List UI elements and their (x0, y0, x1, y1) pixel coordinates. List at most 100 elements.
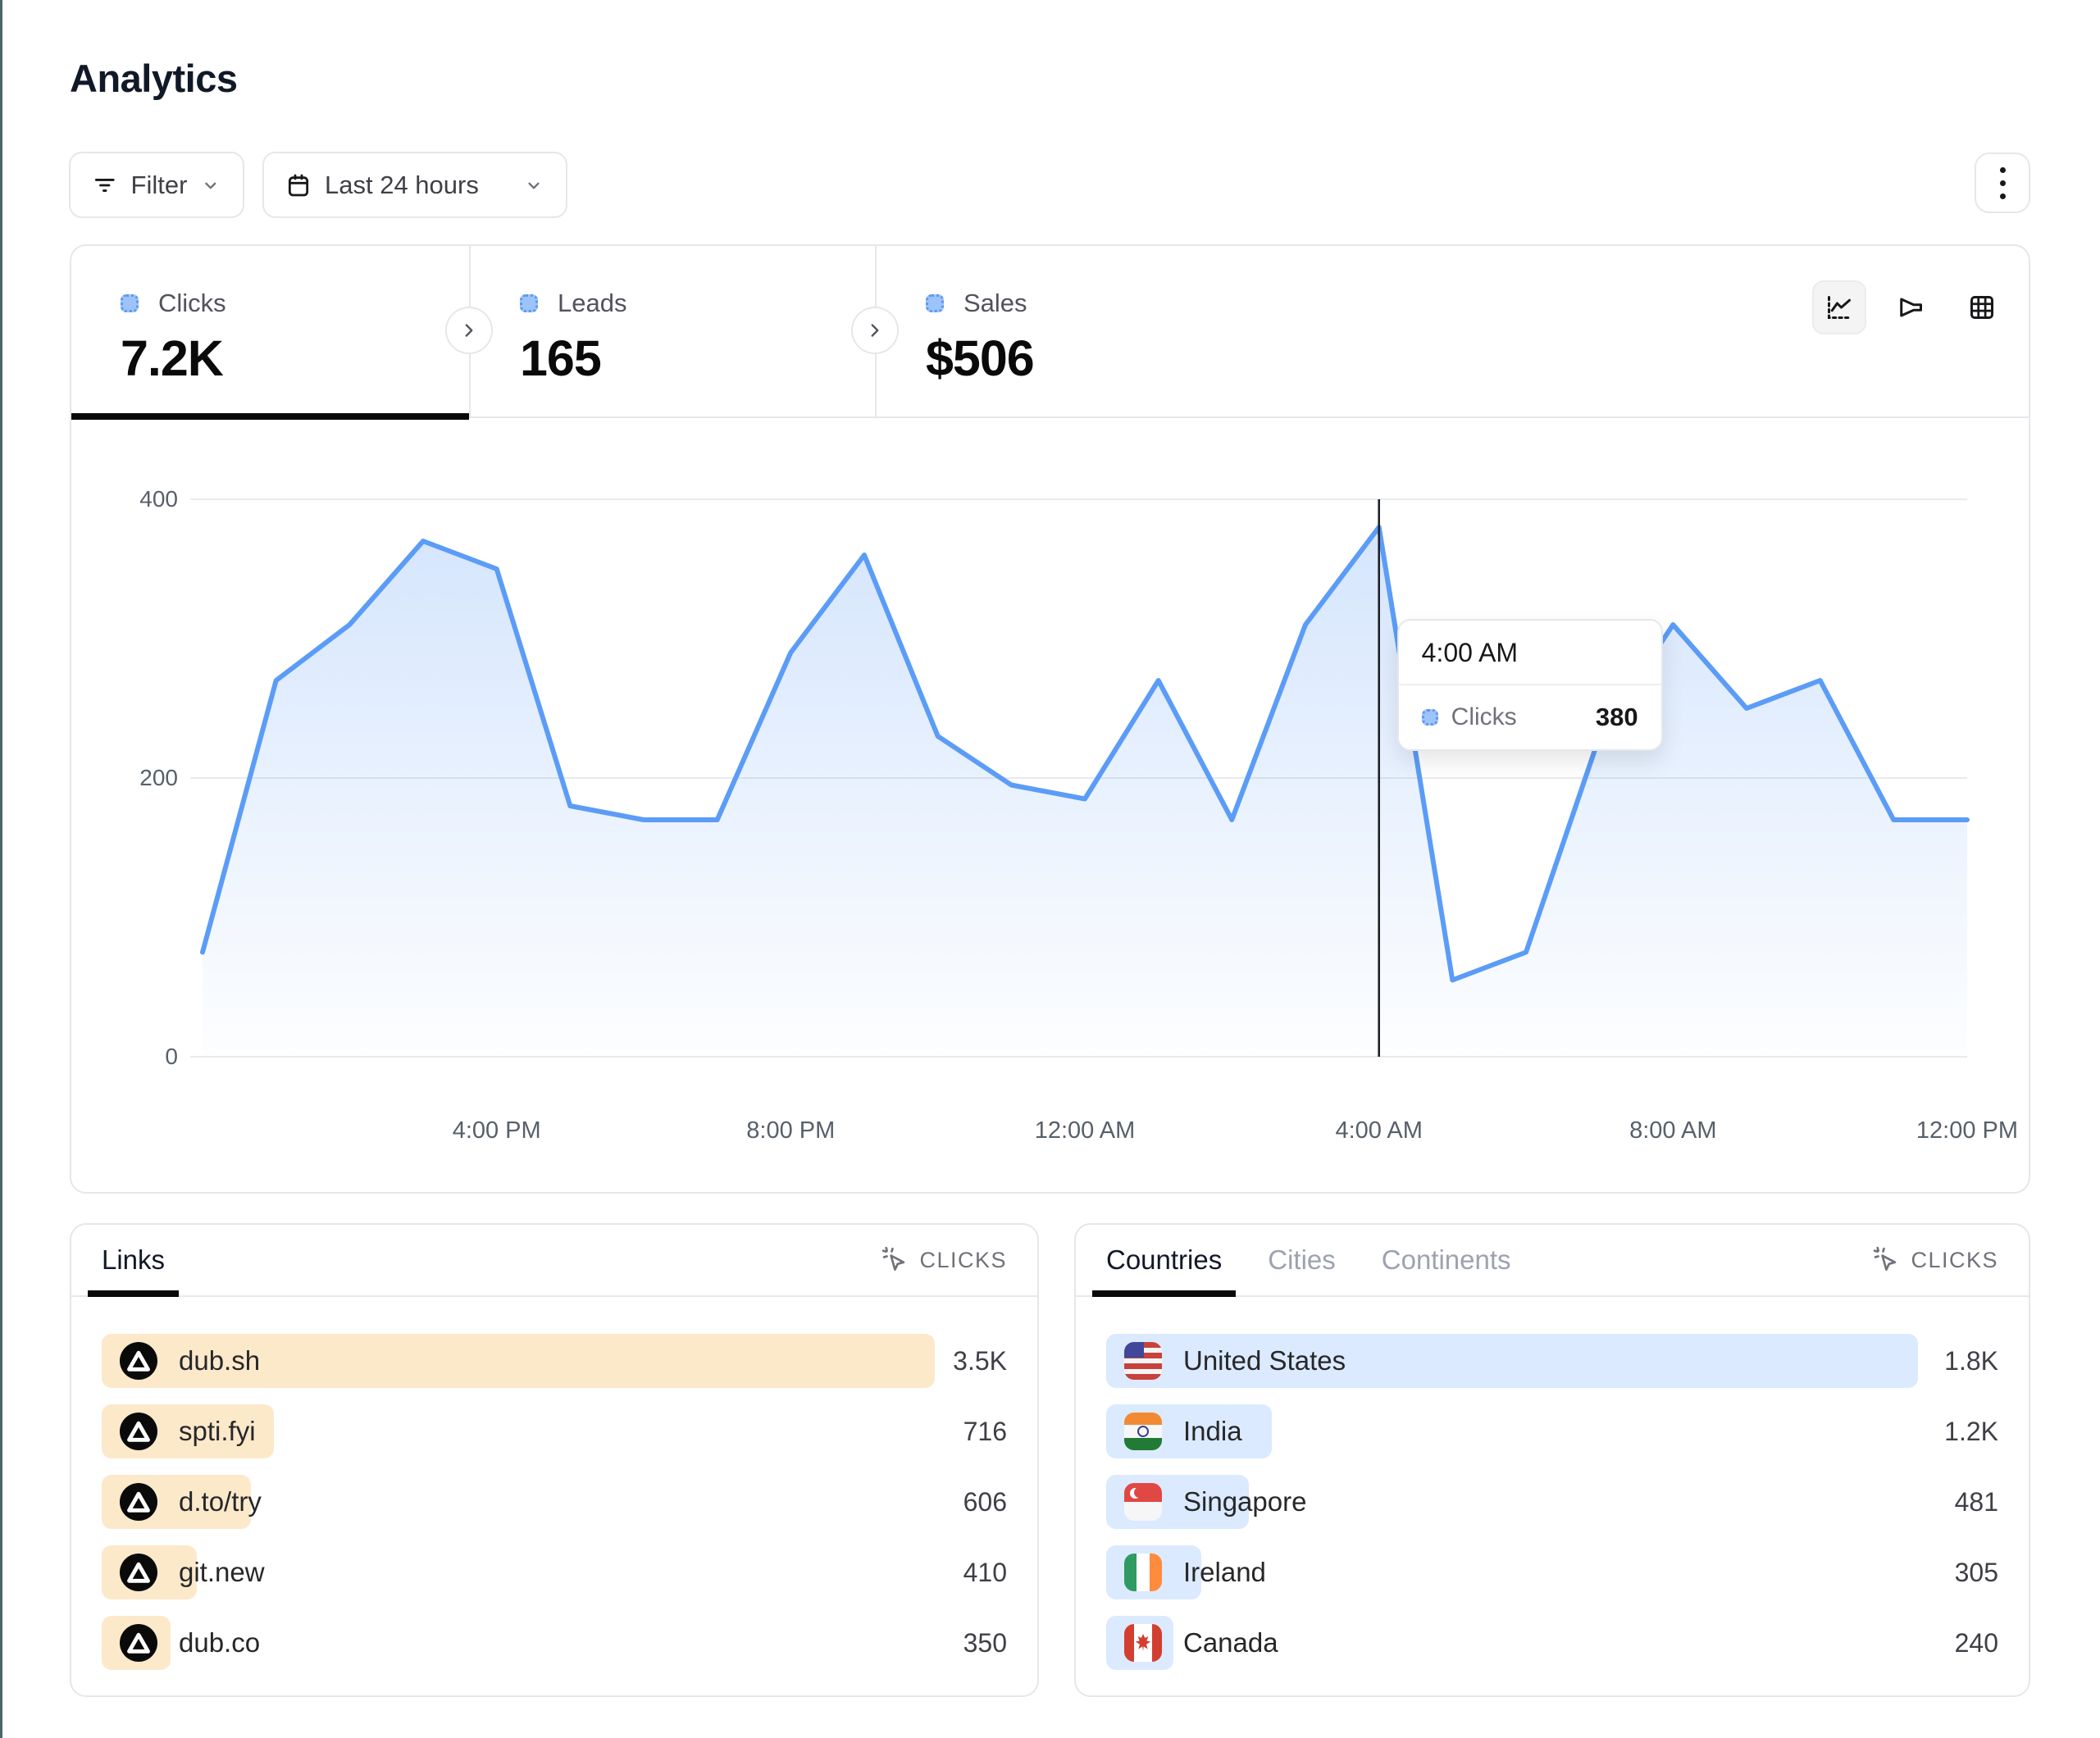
metric-label: CLICKS (919, 1248, 1007, 1273)
sg-flag-icon (1124, 1483, 1162, 1521)
tab-leads[interactable]: Leads 165 (471, 246, 875, 418)
analytics-card: Clicks 7.2K Leads 165 (70, 244, 2030, 1194)
filter-lines-icon (92, 172, 118, 198)
stat-label: Leads (558, 289, 626, 318)
cursor-click-icon (1873, 1246, 1901, 1274)
clicks-legend-icon (121, 294, 139, 312)
row-icon (1124, 1483, 1162, 1521)
row-label: spti.fyi (179, 1416, 256, 1447)
row-label: git.new (179, 1557, 265, 1588)
metric-label: CLICKS (1911, 1248, 1998, 1273)
stat-tabs: Clicks 7.2K Leads 165 (71, 246, 2029, 418)
row-value: 240 (1955, 1628, 1998, 1658)
country-row[interactable]: India 1.2K (1106, 1404, 1998, 1458)
tooltip-time: 4:00 AM (1399, 621, 1661, 685)
dub-logo-icon (120, 1342, 157, 1380)
chart-tooltip: 4:00 AM Clicks 380 (1397, 619, 1663, 751)
svg-text:12:00 AM: 12:00 AM (1035, 1117, 1136, 1144)
country-row[interactable]: United States 1.8K (1106, 1334, 1998, 1388)
ca-flag-icon (1124, 1624, 1162, 1662)
row-label: Canada (1183, 1627, 1278, 1658)
row-label: United States (1183, 1345, 1346, 1376)
funnel-view-button[interactable] (1884, 280, 1938, 334)
chevron-right-icon (864, 320, 886, 341)
svg-text:4:00 AM: 4:00 AM (1335, 1117, 1422, 1144)
list-item[interactable]: git.new 410 (102, 1545, 1007, 1599)
links-metric-selector[interactable]: CLICKS (881, 1246, 1007, 1274)
row-value: 305 (1955, 1558, 1998, 1588)
links-panel: Links CLICKS dub.sh 3.5K spti.fyi 716 (70, 1223, 1039, 1697)
active-tab-underline (71, 413, 469, 420)
country-row[interactable]: Ireland 305 (1106, 1545, 1998, 1599)
list-item[interactable]: dub.co 350 (102, 1616, 1007, 1670)
date-range-label: Last 24 hours (325, 171, 479, 200)
chevron-down-icon (523, 175, 544, 196)
funnel-icon (1894, 291, 1927, 324)
chart-view-toggles (1812, 280, 2009, 334)
dub-logo-icon (120, 1554, 157, 1591)
expand-clicks-button[interactable] (445, 307, 493, 354)
row-value: 1.2K (1944, 1417, 1998, 1447)
svg-text:200: 200 (139, 765, 178, 790)
row-value: 716 (963, 1417, 1007, 1447)
row-label: India (1183, 1416, 1242, 1447)
svg-text:400: 400 (139, 486, 178, 512)
countries-metric-selector[interactable]: CLICKS (1873, 1246, 1998, 1274)
row-icon (120, 1624, 157, 1662)
chevron-down-icon (200, 175, 221, 196)
row-icon (120, 1554, 157, 1591)
list-item[interactable]: d.to/try 606 (102, 1475, 1007, 1529)
sales-value: $506 (926, 330, 1287, 387)
grid-icon (1966, 291, 1998, 324)
date-range-button[interactable]: Last 24 hours (262, 152, 567, 218)
tooltip-value: 380 (1596, 703, 1638, 732)
tab-links[interactable]: Links (102, 1225, 165, 1295)
chart-plot: 02004004:00 PM8:00 PM12:00 AM4:00 AM8:00… (71, 441, 2032, 1195)
line-chart-view-button[interactable] (1812, 280, 1866, 334)
line-chart-icon (1823, 291, 1856, 324)
row-icon (120, 1483, 157, 1521)
clicks-area-chart[interactable]: 02004004:00 PM8:00 PM12:00 AM4:00 AM8:00… (71, 441, 2032, 1195)
tooltip-series-label: Clicks (1451, 703, 1517, 731)
list-item[interactable]: spti.fyi 716 (102, 1404, 1007, 1458)
country-row[interactable]: Singapore 481 (1106, 1475, 1998, 1529)
dub-logo-icon (120, 1624, 157, 1662)
svg-text:4:00 PM: 4:00 PM (453, 1117, 541, 1144)
stat-label: Clicks (158, 289, 226, 318)
country-row[interactable]: Canada 240 (1106, 1616, 1998, 1670)
row-value: 3.5K (953, 1346, 1007, 1376)
dub-logo-icon (120, 1483, 157, 1521)
filter-button[interactable]: Filter (69, 152, 244, 218)
leads-legend-icon (520, 294, 538, 312)
tab-cities[interactable]: Cities (1268, 1225, 1336, 1295)
more-options-button[interactable] (1975, 152, 2030, 213)
dub-logo-icon (120, 1413, 157, 1450)
svg-text:0: 0 (165, 1044, 178, 1069)
tab-clicks[interactable]: Clicks 7.2K (71, 246, 469, 418)
row-label: dub.sh (179, 1345, 260, 1376)
expand-leads-button[interactable] (851, 307, 899, 354)
tab-sales[interactable]: Sales $506 (877, 246, 1287, 418)
row-label: d.to/try (179, 1486, 262, 1517)
row-icon (120, 1342, 157, 1380)
tab-countries[interactable]: Countries (1106, 1225, 1222, 1295)
row-icon (1124, 1624, 1162, 1662)
chevron-right-icon (458, 320, 480, 341)
countries-panel: Countries Cities Continents CLICKS Unite… (1074, 1223, 2030, 1697)
row-label: Singapore (1183, 1486, 1306, 1517)
cursor-click-icon (881, 1246, 909, 1274)
list-item[interactable]: dub.sh 3.5K (102, 1334, 1007, 1388)
row-icon (120, 1413, 157, 1450)
us-flag-icon (1124, 1342, 1162, 1380)
in-flag-icon (1124, 1413, 1162, 1450)
svg-text:8:00 PM: 8:00 PM (746, 1117, 835, 1144)
window-edge (0, 0, 2, 1738)
table-view-button[interactable] (1955, 280, 2009, 334)
row-value: 481 (1955, 1487, 1998, 1517)
row-value: 350 (963, 1628, 1007, 1658)
clicks-legend-icon (1422, 709, 1438, 726)
row-icon (1124, 1554, 1162, 1591)
tab-continents[interactable]: Continents (1382, 1225, 1511, 1295)
clicks-value: 7.2K (121, 330, 469, 387)
svg-text:12:00 PM: 12:00 PM (1916, 1117, 2018, 1144)
